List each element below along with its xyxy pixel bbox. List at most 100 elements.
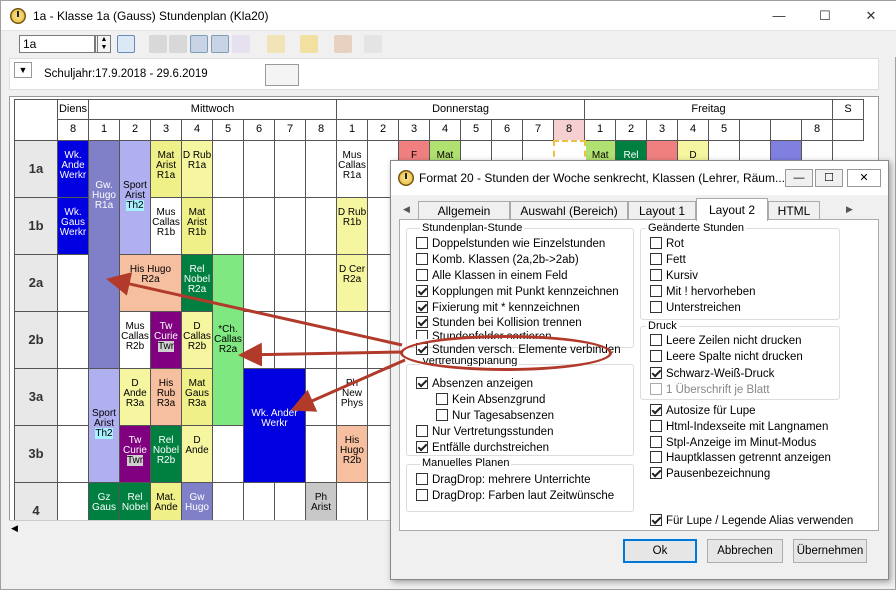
lesson-cell[interactable]: D Rub R1a bbox=[181, 140, 213, 198]
checkbox-box[interactable] bbox=[436, 409, 448, 421]
lesson-cell[interactable]: D Cer R2a bbox=[336, 254, 368, 312]
checkbox-box[interactable] bbox=[650, 301, 662, 313]
checkbox-box[interactable] bbox=[416, 301, 428, 313]
lesson-cell[interactable]: Wk. Ander Werkr bbox=[243, 368, 306, 483]
checkbox-dragdrop-unterrichte[interactable]: DragDrop: mehrere Unterrichte bbox=[416, 473, 591, 488]
lesson-cell[interactable]: Mat Gaus R3a bbox=[181, 368, 213, 426]
tab-scroll-right-icon[interactable]: ▶ bbox=[846, 204, 853, 215]
checkbox-entfaelle[interactable]: Entfälle durchstreichen bbox=[416, 441, 549, 456]
checkbox-box[interactable] bbox=[650, 334, 662, 346]
lesson-cell[interactable]: Mus Callas R2b bbox=[119, 311, 151, 369]
pin-icon[interactable] bbox=[211, 35, 229, 53]
dialog-minimize-button[interactable]: — bbox=[785, 169, 813, 187]
checkbox-html-index[interactable]: Html-Indexseite mit Langnamen bbox=[650, 420, 828, 435]
checkbox-alias[interactable]: Für Lupe / Legende Alias verwenden bbox=[650, 514, 853, 529]
calendar-icon[interactable] bbox=[265, 64, 299, 86]
lesson-cell[interactable]: His Hugo R2a bbox=[119, 254, 182, 312]
checkbox-box[interactable] bbox=[416, 253, 428, 265]
maximize-button[interactable]: ☐ bbox=[803, 1, 847, 31]
lesson-cell[interactable]: Ph New Phys bbox=[336, 368, 368, 426]
lesson-cell[interactable]: Mus Callas R1a bbox=[336, 140, 368, 198]
tab-layout-1[interactable]: Layout 1 bbox=[628, 201, 696, 220]
checkbox-kollision[interactable]: Stunden bei Kollision trennen bbox=[416, 316, 582, 331]
cancel-button[interactable]: Abbrechen bbox=[707, 539, 783, 563]
checkbox-absenzen[interactable]: Absenzen anzeigen bbox=[416, 377, 533, 392]
navigate-icon[interactable] bbox=[117, 35, 135, 53]
lesson-cell[interactable]: Mus Callas R1b bbox=[150, 197, 182, 255]
lesson-cell[interactable]: Mat Arist R1b bbox=[181, 197, 213, 255]
checkbox-box[interactable] bbox=[416, 473, 428, 485]
checkbox-unterstreichen[interactable]: Unterstreichen bbox=[650, 301, 741, 316]
close-button[interactable]: ✕ bbox=[849, 1, 893, 31]
checkbox-leere-spalte[interactable]: Leere Spalte nicht drucken bbox=[650, 350, 803, 365]
checkbox-box[interactable] bbox=[416, 377, 428, 389]
checkbox-hervorheben[interactable]: Mit ! hervorheben bbox=[650, 285, 756, 300]
lesson-cell[interactable]: Rel Nobel R2a bbox=[181, 254, 213, 312]
checkbox-pausenbezeichnung[interactable]: Pausenbezeichnung bbox=[650, 467, 770, 482]
gear-icon[interactable] bbox=[267, 35, 285, 53]
checkbox-box[interactable] bbox=[416, 316, 428, 328]
checkbox-box[interactable] bbox=[416, 489, 428, 501]
checkbox-autosize[interactable]: Autosize für Lupe bbox=[650, 404, 756, 419]
people-icon[interactable] bbox=[334, 35, 352, 53]
copy-icon[interactable] bbox=[149, 35, 167, 53]
lesson-cell[interactable]: D Rub R1b bbox=[336, 197, 368, 255]
lesson-cell[interactable]: Tw Curie Twr bbox=[119, 425, 151, 483]
tab-layout-2[interactable]: Layout 2 bbox=[696, 198, 768, 221]
lesson-cell[interactable]: His Rub R3a bbox=[150, 368, 182, 426]
tab-scroll-left-icon[interactable]: ◀ bbox=[403, 204, 410, 215]
brush-icon[interactable] bbox=[190, 35, 208, 53]
apply-button[interactable]: Übernehmen bbox=[793, 539, 867, 563]
lesson-cell[interactable]: D Callas R2b bbox=[181, 311, 213, 369]
checkbox-alle-klassen[interactable]: Alle Klassen in einem Feld bbox=[416, 269, 568, 284]
checkbox-box[interactable] bbox=[416, 425, 428, 437]
lesson-cell[interactable]: His Hugo R2b bbox=[336, 425, 368, 483]
lesson-cell[interactable]: Tw Curie Twr bbox=[150, 311, 182, 369]
lesson-cell[interactable]: Sport Arist Th2 bbox=[88, 368, 120, 483]
molecule-icon[interactable] bbox=[232, 35, 250, 53]
checkbox-box[interactable] bbox=[650, 404, 662, 416]
checkbox-box[interactable] bbox=[650, 514, 662, 526]
dialog-maximize-button[interactable]: ☐ bbox=[815, 169, 843, 187]
checkbox-box[interactable] bbox=[650, 237, 662, 249]
checkbox-minut-modus[interactable]: Stpl-Anzeige im Minut-Modus bbox=[650, 436, 816, 451]
checkbox-elemente-verbinden[interactable]: Stunden versch. Elemente verbinden bbox=[416, 343, 621, 358]
lesson-cell[interactable]: D Ande R3a bbox=[119, 368, 151, 426]
checkbox-leere-zeilen[interactable]: Leere Zeilen nicht drucken bbox=[650, 334, 802, 349]
tab-html[interactable]: HTML bbox=[768, 201, 820, 220]
checkbox-box[interactable] bbox=[416, 285, 428, 297]
class-select[interactable]: 1a bbox=[19, 35, 95, 53]
checkbox-box[interactable] bbox=[650, 253, 662, 265]
minimize-button[interactable]: — bbox=[757, 1, 801, 31]
checkbox-vertretungsstunden[interactable]: Nur Vertretungsstunden bbox=[416, 425, 553, 440]
lesson-cell[interactable]: Gw. Hugo R1a bbox=[88, 140, 120, 369]
checkbox-box[interactable] bbox=[416, 343, 428, 355]
checkbox-kein-absenzgrund[interactable]: Kein Absenzgrund bbox=[436, 393, 545, 408]
tab-auswahl[interactable]: Auswahl (Bereich) bbox=[510, 201, 628, 220]
checkbox-box[interactable] bbox=[650, 420, 662, 432]
lesson-cell[interactable]: Wk. Ande Werkr bbox=[57, 140, 89, 198]
lesson-cell[interactable]: Wk. Gaus Werkr bbox=[57, 197, 89, 255]
checkbox-box[interactable] bbox=[650, 436, 662, 448]
checkbox-tagesabsenzen[interactable]: Nur Tagesabsenzen bbox=[436, 409, 554, 424]
checkbox-box[interactable] bbox=[416, 237, 428, 249]
checkbox-kursiv[interactable]: Kursiv bbox=[650, 269, 698, 284]
checkbox-fixierung[interactable]: Fixierung mit * kennzeichnen bbox=[416, 301, 580, 316]
lock-icon[interactable] bbox=[169, 35, 187, 53]
export-icon[interactable] bbox=[364, 35, 382, 53]
checkbox-schwarz-weiss[interactable]: Schwarz-Weiß-Druck bbox=[650, 367, 774, 382]
dialog-close-button[interactable]: ✕ bbox=[847, 169, 881, 187]
collapse-dropdown-icon[interactable]: ▼ bbox=[14, 62, 32, 78]
lesson-cell[interactable]: D Ande bbox=[181, 425, 213, 483]
checkbox-fett[interactable]: Fett bbox=[650, 253, 686, 268]
tab-allgemein[interactable]: Allgemein bbox=[418, 201, 510, 220]
checkbox-box[interactable] bbox=[650, 367, 662, 379]
checkbox-box[interactable] bbox=[436, 393, 448, 405]
checkbox-box[interactable] bbox=[416, 441, 428, 453]
horizontal-scrollbar[interactable]: ◀ bbox=[9, 520, 401, 536]
checkbox-box[interactable] bbox=[650, 269, 662, 281]
checkbox-komb-klassen[interactable]: Komb. Klassen (2a,2b->2ab) bbox=[416, 253, 579, 268]
checkbox-box[interactable] bbox=[650, 451, 662, 463]
checkbox-rot[interactable]: Rot bbox=[650, 237, 684, 252]
checkbox-dragdrop-farben[interactable]: DragDrop: Farben laut Zeitwünsche bbox=[416, 489, 614, 504]
